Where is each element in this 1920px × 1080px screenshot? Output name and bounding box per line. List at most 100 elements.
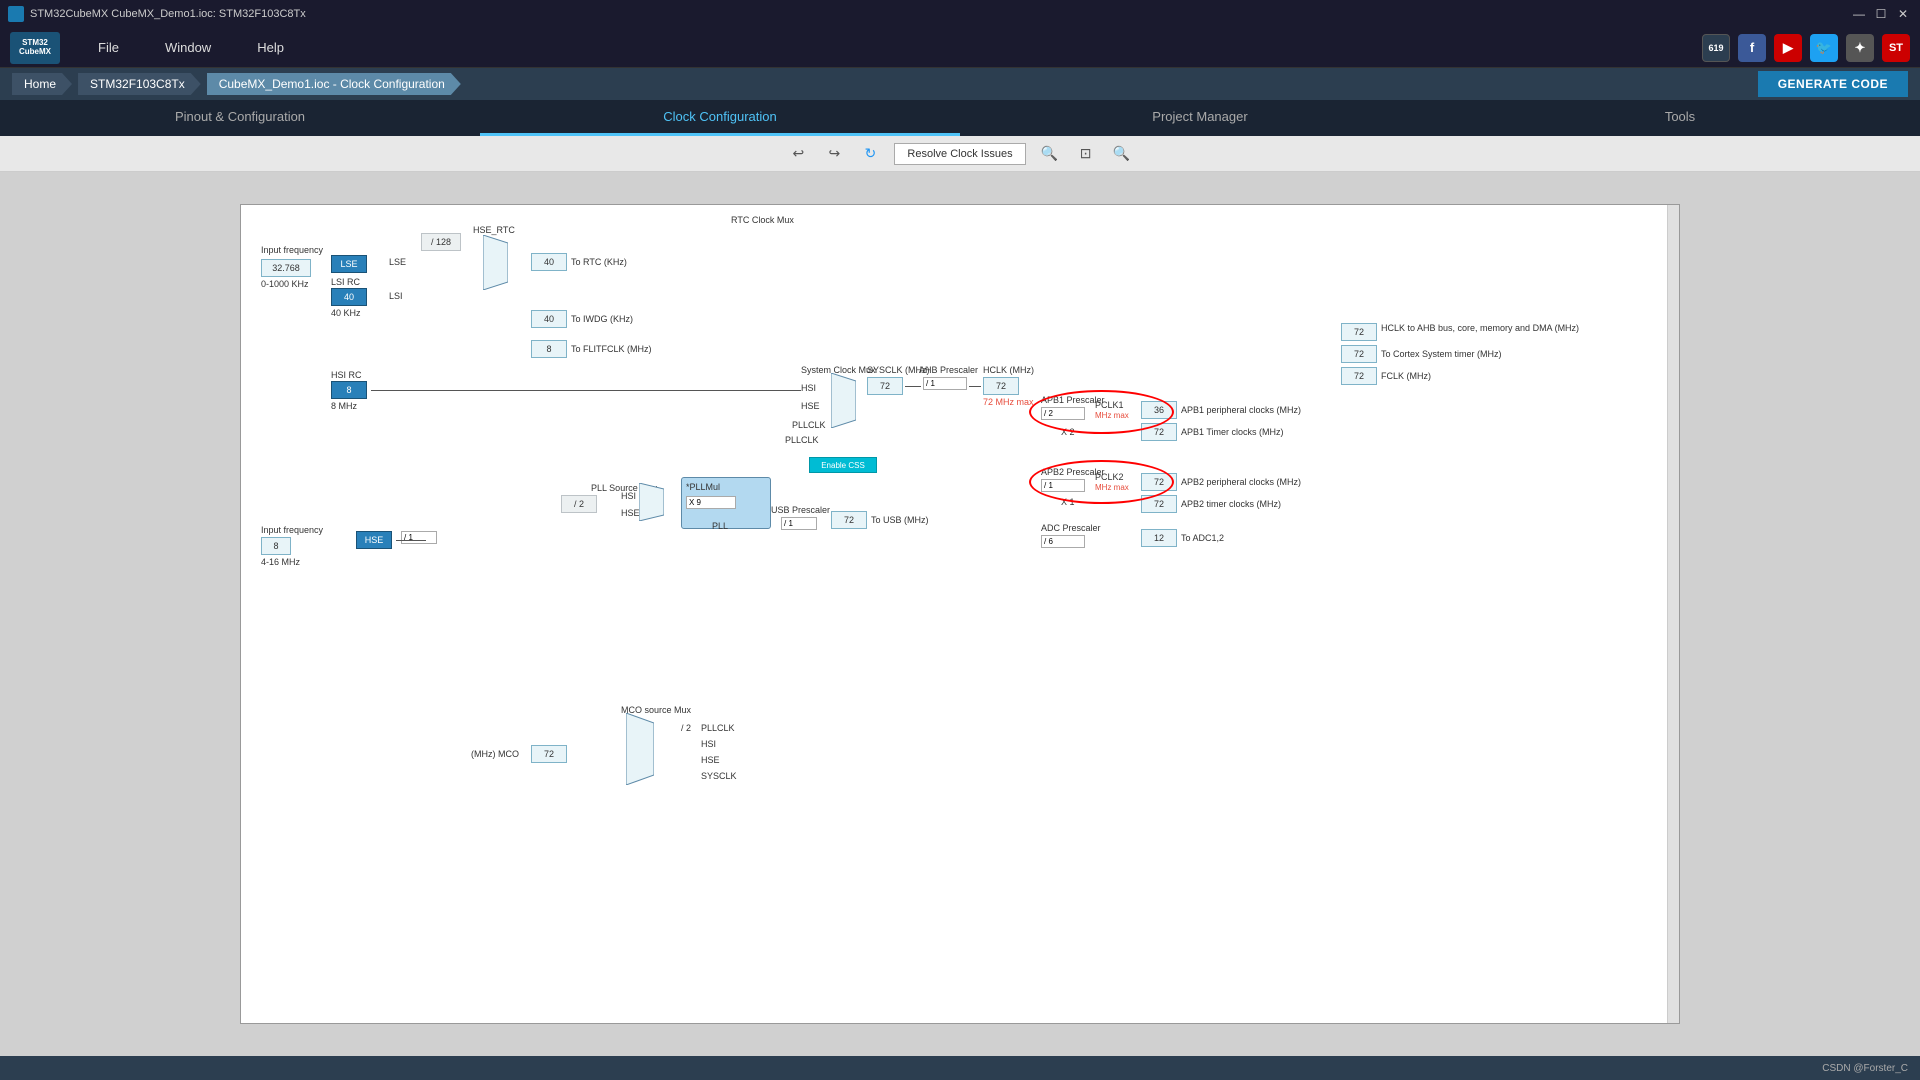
toolbar: ↩ ↪ ↻ Resolve Clock Issues 🔍 ⊡ 🔍 — [0, 136, 1920, 172]
twitter-icon[interactable]: 🐦 — [1810, 34, 1838, 62]
titlebar-controls[interactable]: — ☐ ✕ — [1850, 5, 1912, 23]
hse-input-value[interactable]: 8 — [261, 537, 291, 555]
redo-button[interactable]: ↪ — [822, 142, 846, 166]
enable-css-button[interactable]: Enable CSS — [809, 457, 877, 473]
hsi-rc-freq: 8 MHz — [331, 401, 357, 411]
cortex-value[interactable]: 72 — [1341, 345, 1377, 363]
hclk-ahb-value[interactable]: 72 — [1341, 323, 1377, 341]
adc-value[interactable]: 12 — [1141, 529, 1177, 547]
sysclk-value[interactable]: 72 — [867, 377, 903, 395]
usb-prescaler-select[interactable]: / 1 — [781, 517, 817, 530]
minimize-button[interactable]: — — [1850, 5, 1868, 23]
usb-prescaler-label: USB Prescaler — [771, 505, 830, 515]
ahb-hclk-line — [969, 386, 981, 387]
apb2-timer-value[interactable]: 72 — [1141, 495, 1177, 513]
apb1-timer-label: APB1 Timer clocks (MHz) — [1181, 427, 1284, 437]
mco-div2-label: / 2 — [681, 723, 691, 733]
hclk-max-label: 72 MHz max — [983, 397, 1034, 407]
lse-block[interactable]: LSE — [331, 255, 367, 273]
breadcrumb-active[interactable]: CubeMX_Demo1.ioc - Clock Configuration — [207, 73, 461, 95]
mco-sysclk-label: SYSCLK — [701, 771, 737, 781]
menu-help[interactable]: Help — [249, 36, 292, 59]
menu-window[interactable]: Window — [157, 36, 219, 59]
mco-value[interactable]: 72 — [531, 745, 567, 763]
tab-pinout[interactable]: Pinout & Configuration — [0, 100, 480, 136]
apb1-periph-label: APB1 peripheral clocks (MHz) — [1181, 405, 1301, 415]
facebook-icon[interactable]: f — [1738, 34, 1766, 62]
pll-mul-select[interactable]: X 9 — [686, 496, 736, 509]
pll-box: *PLLMul X 9 PLL — [681, 477, 771, 529]
hse-block[interactable]: HSE — [356, 531, 392, 549]
pclk1-label: PCLK1 — [1095, 400, 1124, 410]
fclk-label: FCLK (MHz) — [1381, 371, 1431, 381]
menubar-right: 619 f ▶ 🐦 ✦ ST — [1702, 34, 1910, 62]
lsi-rc-block[interactable]: 40 — [331, 288, 367, 306]
rtc-out-value[interactable]: 40 — [531, 253, 567, 271]
hsi-rc-block[interactable]: 8 — [331, 381, 367, 399]
mco-hsi-label: HSI — [701, 739, 716, 749]
ahb-prescaler-select[interactable]: / 1 — [923, 377, 967, 390]
tab-project[interactable]: Project Manager — [960, 100, 1440, 136]
input-freq-bot-range: 4-16 MHz — [261, 557, 300, 567]
pll-mul-label: *PLLMul — [686, 482, 774, 492]
undo-button[interactable]: ↩ — [786, 142, 810, 166]
lsi-rc-label: LSI RC — [331, 277, 360, 287]
network-icon[interactable]: ✦ — [1846, 34, 1874, 62]
maximize-button[interactable]: ☐ — [1872, 5, 1890, 23]
iwdg-out-value[interactable]: 40 — [531, 310, 567, 328]
lsi-rc-freq: 40 KHz — [331, 308, 361, 318]
menu-file[interactable]: File — [90, 36, 127, 59]
hsi-rc-label: HSI RC — [331, 370, 362, 380]
fclk-value[interactable]: 72 — [1341, 367, 1377, 385]
apb2-periph-value[interactable]: 72 — [1141, 473, 1177, 491]
div128-box[interactable]: / 128 — [421, 233, 461, 251]
breadcrumb-chip[interactable]: STM32F103C8Tx — [78, 73, 201, 95]
adc-prescaler-select[interactable]: / 6 — [1041, 535, 1085, 548]
apb2-prescaler-select[interactable]: / 1 — [1041, 479, 1085, 492]
input-freq-top-value[interactable]: 32.768 — [261, 259, 311, 277]
adc-label: To ADC1,2 — [1181, 533, 1224, 543]
input-freq-bot-label: Input frequency — [261, 525, 323, 535]
tab-tools[interactable]: Tools — [1440, 100, 1920, 136]
tab-clock[interactable]: Clock Configuration — [480, 100, 960, 136]
close-button[interactable]: ✕ — [1894, 5, 1912, 23]
app-logo: STM32CubeMX — [10, 32, 60, 64]
zoom-in-button[interactable]: 🔍 — [1038, 142, 1062, 166]
apb2-periph-label: APB2 peripheral clocks (MHz) — [1181, 477, 1301, 487]
st-logo[interactable]: ST — [1882, 34, 1910, 62]
hclk-value[interactable]: 72 — [983, 377, 1019, 395]
adc-prescaler-label: ADC Prescaler — [1041, 523, 1101, 533]
hse-line — [396, 540, 426, 541]
pll-mux — [639, 483, 664, 521]
lse-wire-label: LSE — [389, 257, 406, 267]
pclk2-max-label: MHz max — [1095, 483, 1129, 492]
apb1-prescaler-select[interactable]: / 2 — [1041, 407, 1085, 420]
usb-out-value[interactable]: 72 — [831, 511, 867, 529]
apb2-timer-label: APB2 timer clocks (MHz) — [1181, 499, 1281, 509]
mco-pllclk-label: PLLCLK — [701, 723, 735, 733]
hse-div1-select[interactable]: / 1 — [401, 531, 437, 544]
generate-code-button[interactable]: GENERATE CODE — [1758, 71, 1908, 97]
fit-button[interactable]: ⊡ — [1074, 142, 1098, 166]
version-badge: 619 — [1702, 34, 1730, 62]
refresh-button[interactable]: ↻ — [858, 142, 882, 166]
zoom-out-button[interactable]: 🔍 — [1110, 142, 1134, 166]
input-freq-top-range: 0-1000 KHz — [261, 279, 309, 289]
resolve-clock-issues-button[interactable]: Resolve Clock Issues — [894, 143, 1025, 165]
youtube-icon[interactable]: ▶ — [1774, 34, 1802, 62]
flit-label: To FLITFCLK (MHz) — [571, 344, 652, 354]
flit-out-value[interactable]: 8 — [531, 340, 567, 358]
mco-label: (MHz) MCO — [471, 749, 519, 759]
apb1-timer-value[interactable]: 72 — [1141, 423, 1177, 441]
clock-diagram[interactable]: RTC Clock Mux Input frequency 32.768 0-1… — [240, 204, 1680, 1024]
apb1-periph-value[interactable]: 36 — [1141, 401, 1177, 419]
hclk-label: HCLK (MHz) — [983, 365, 1034, 375]
pllclk-mux-label: PLLCLK — [792, 420, 826, 430]
pll-div2-box[interactable]: / 2 — [561, 495, 597, 513]
rtc-label: To RTC (KHz) — [571, 257, 627, 267]
scrollbar-right[interactable] — [1667, 205, 1679, 1023]
lsi-wire-label: LSI — [389, 291, 403, 301]
breadcrumb-home[interactable]: Home — [12, 73, 72, 95]
statusbar: CSDN @Forster_C — [0, 1056, 1920, 1080]
app-icon — [8, 6, 24, 22]
